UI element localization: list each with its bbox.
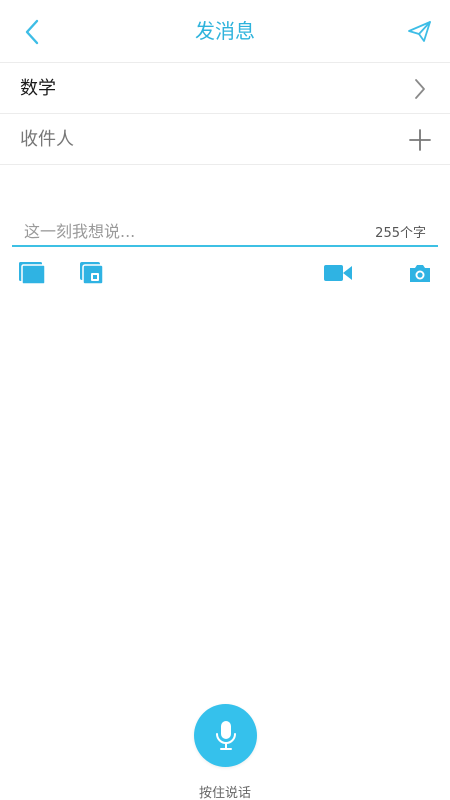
gallery-icon — [19, 262, 46, 285]
chevron-right-icon — [404, 73, 436, 105]
attachment-toolbar — [0, 258, 450, 292]
camera-icon — [410, 265, 430, 282]
camera-button[interactable] — [404, 258, 436, 288]
message-input[interactable]: 这一刻我想说... 255个字 — [12, 212, 438, 247]
top-bar: 发消息 — [0, 0, 450, 63]
file-button[interactable] — [75, 258, 107, 288]
hold-to-talk-label: 按住说话 — [198, 786, 251, 800]
page-title: 发消息 — [195, 19, 255, 43]
recipient-row: 收件人 — [0, 114, 450, 165]
gallery-button[interactable] — [16, 258, 48, 288]
microphone-icon — [215, 720, 236, 750]
video-camera-icon — [324, 265, 352, 281]
message-placeholder: 这一刻我想说... — [24, 222, 136, 241]
subject-label: 数学 — [20, 78, 56, 99]
recipient-label: 收件人 — [20, 129, 74, 150]
subject-row[interactable]: 数学 — [0, 63, 450, 114]
file-icon — [80, 262, 104, 285]
plus-icon — [409, 129, 431, 151]
video-button[interactable] — [322, 258, 354, 288]
add-recipient-button[interactable] — [404, 124, 436, 156]
paper-plane-icon — [408, 21, 431, 42]
char-counter: 255个字 — [375, 226, 426, 241]
hold-to-talk-button[interactable] — [194, 704, 257, 767]
send-button[interactable] — [402, 14, 438, 50]
